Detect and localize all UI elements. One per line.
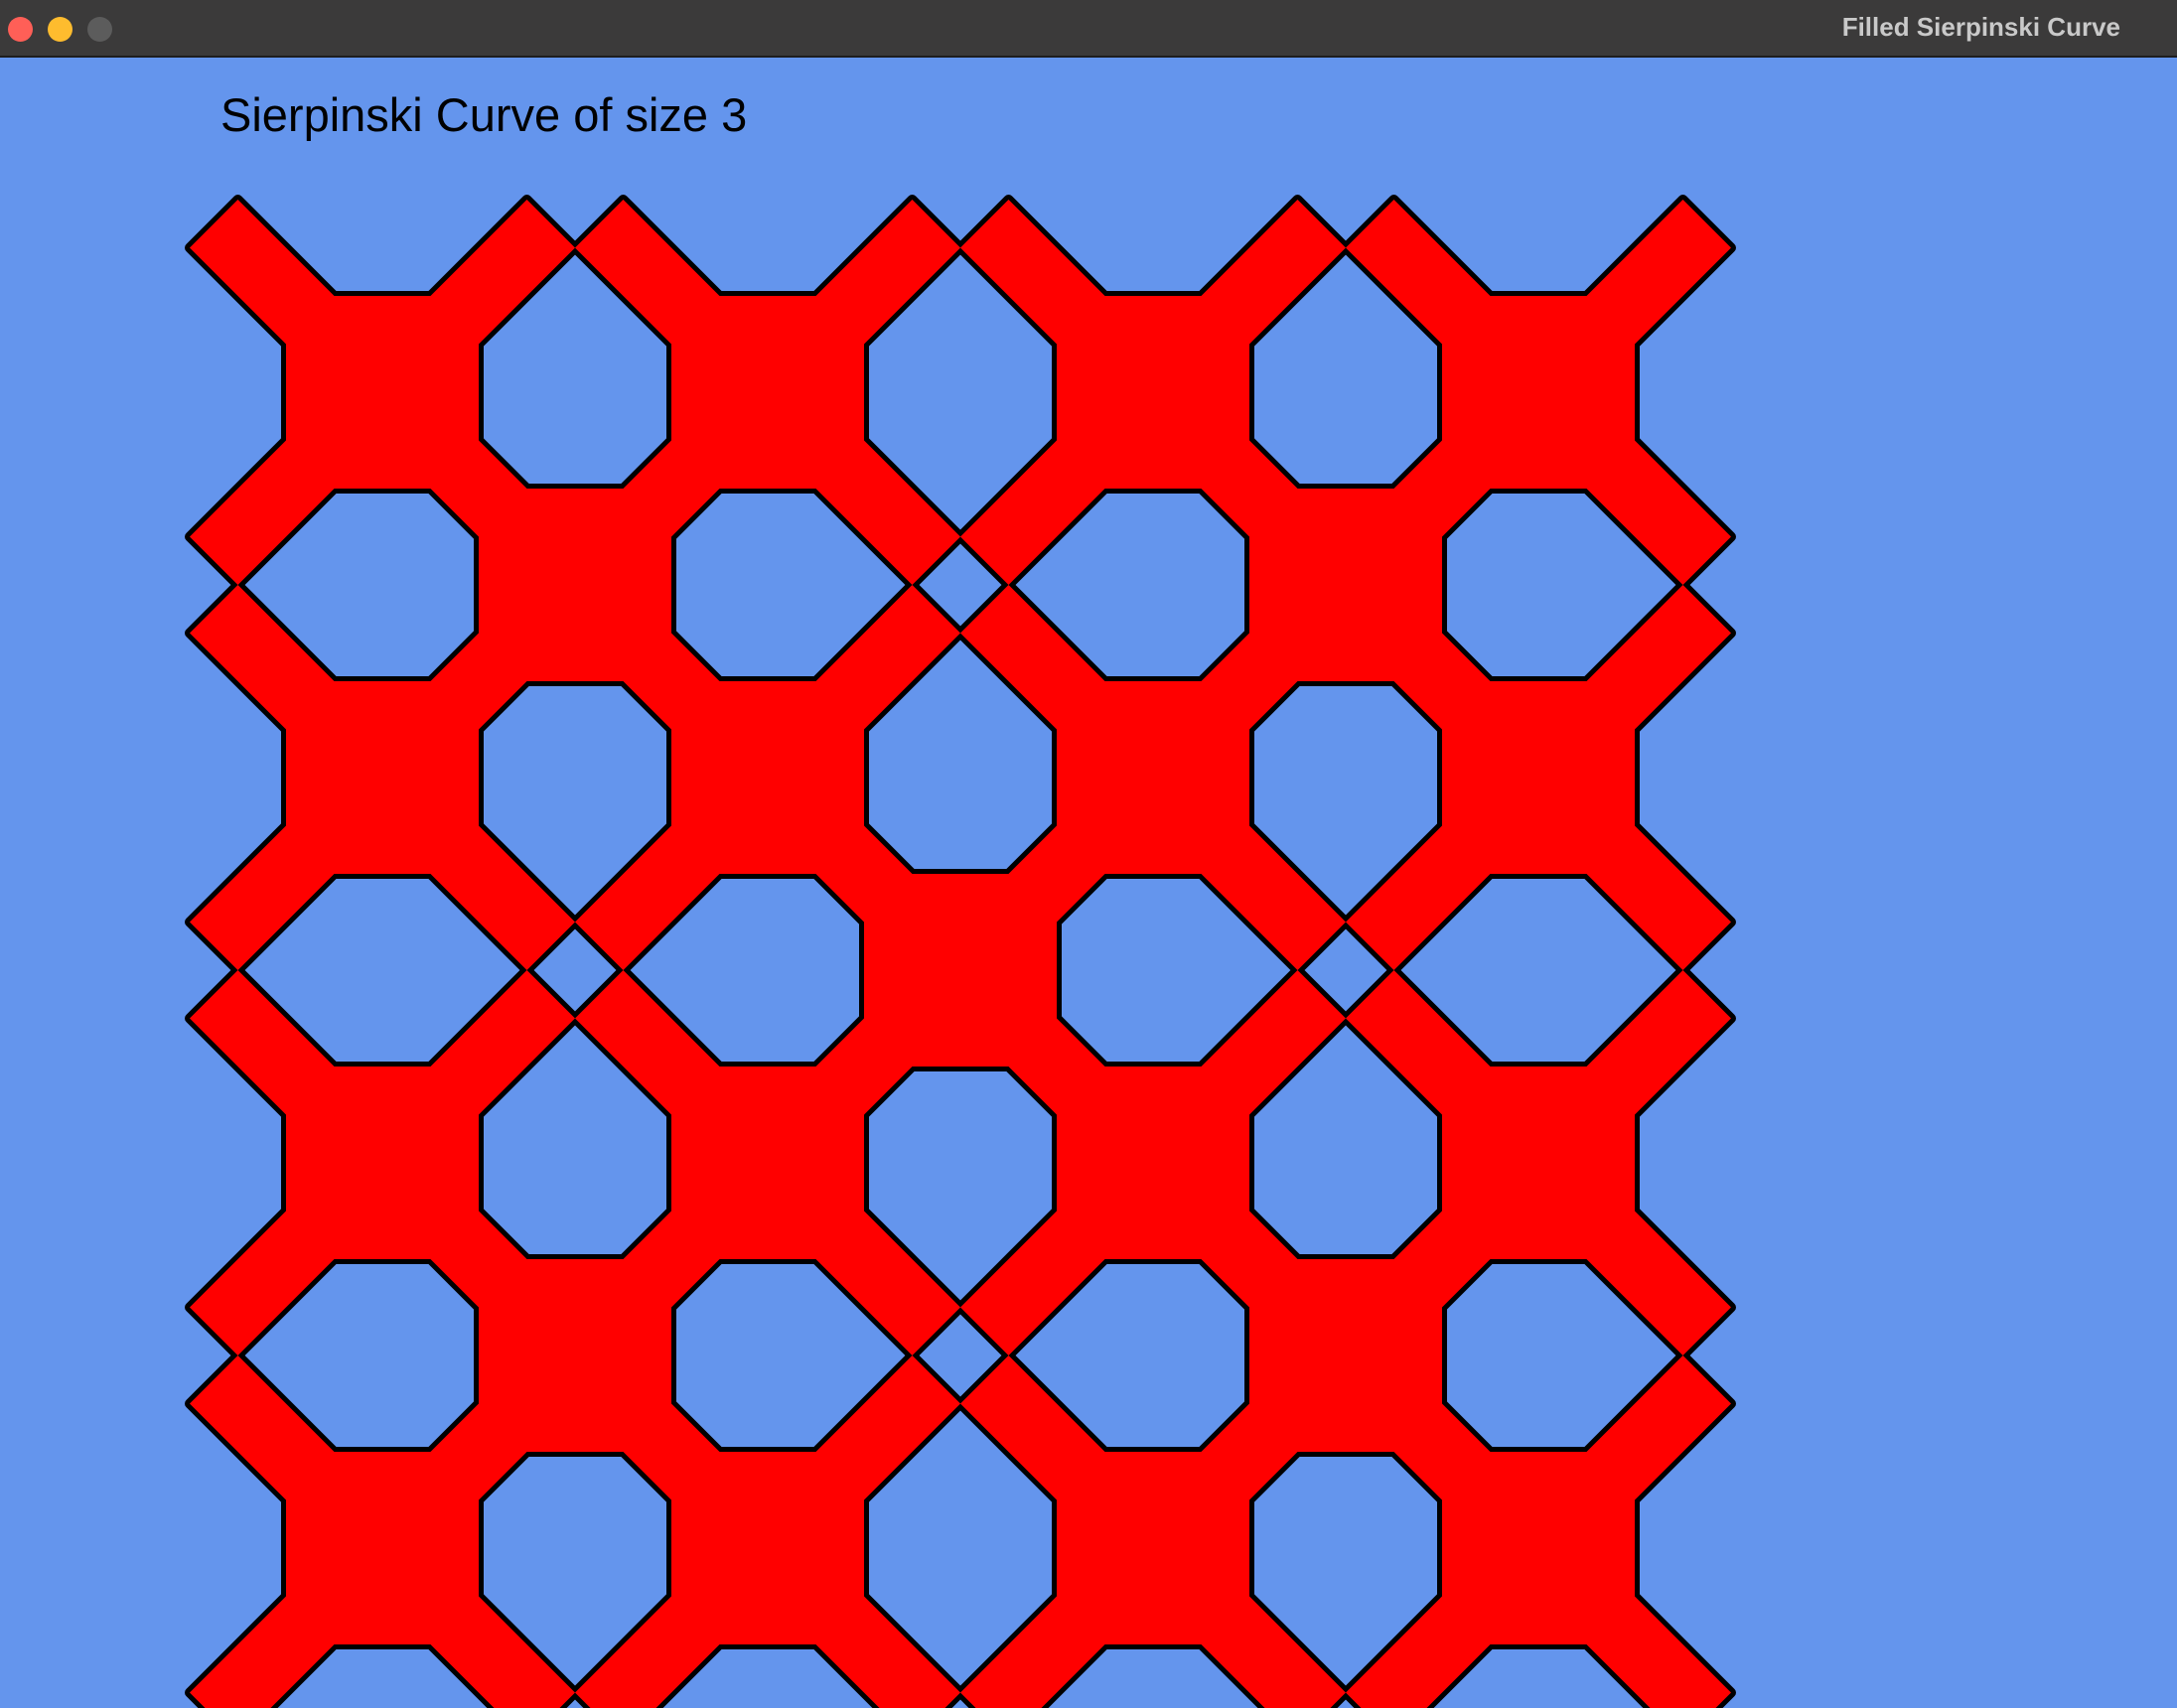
app-window: Filled Sierpinski Curve Sierpinski Curve… [0,0,2177,1708]
minimize-icon[interactable] [48,17,73,42]
title-bar[interactable]: Filled Sierpinski Curve [0,0,2177,58]
window-title: Filled Sierpinski Curve [1841,12,2120,42]
close-icon[interactable] [8,17,33,42]
zoom-icon[interactable] [87,17,112,42]
sierpinski-curve-drawing [185,195,1736,1708]
curve-fill [190,200,1731,1708]
drawing-canvas: Sierpinski Curve of size 3 [0,58,2177,1708]
